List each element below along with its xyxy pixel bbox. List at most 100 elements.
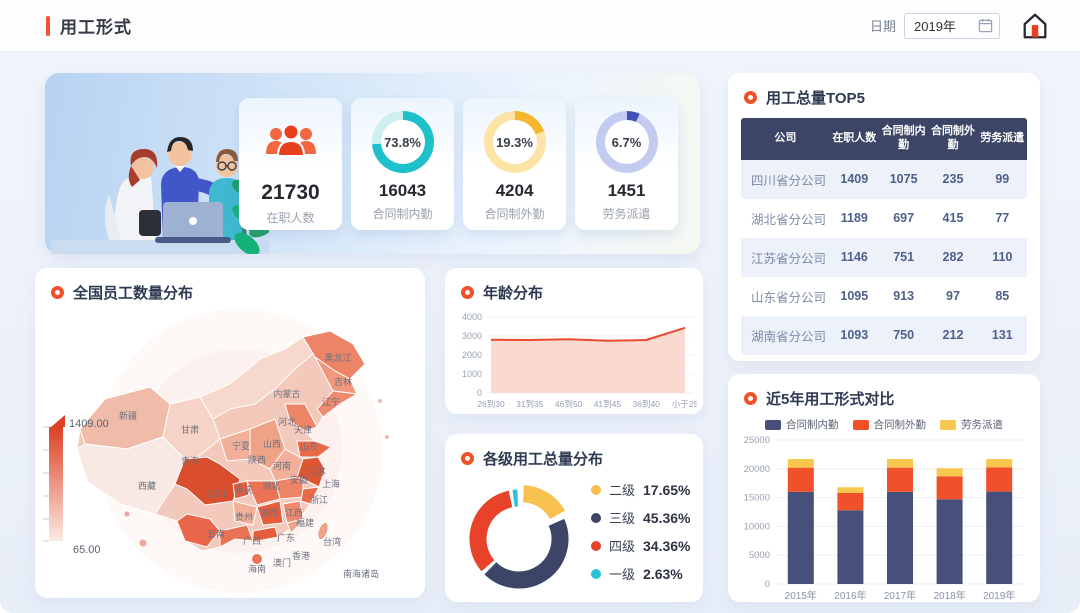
svg-text:25000: 25000 [744,435,770,446]
svg-text:1409.00: 1409.00 [69,418,109,430]
bar-chart-legend: 合同制内勤合同制外勤劳务派遣 [728,417,1040,432]
donut-segment-四级[interactable] [478,499,510,566]
svg-text:2015年: 2015年 [785,589,817,602]
company-cell: 江苏省分公司 [741,238,830,277]
province-label-黑龙江: 黑龙江 [324,352,351,363]
bar-legend-item-劳务派遣[interactable]: 劳务派遣 [940,417,1003,432]
bar-segment[interactable] [986,459,1012,467]
bar-segment[interactable] [937,468,963,476]
province-label-台湾: 台湾 [323,536,341,547]
svg-text:15000: 15000 [744,493,770,504]
bar-segment[interactable] [986,467,1012,491]
table-row[interactable]: 四川省分公司1409107523599 [741,160,1027,199]
svg-text:41到45: 41到45 [594,399,622,409]
age-chart-title: 年龄分布 [483,282,543,303]
bar-segment[interactable] [837,487,863,493]
bar-segment[interactable] [887,459,913,468]
province-label-江苏: 江苏 [308,466,326,477]
legend-item-二级[interactable]: 二级17.65% [591,480,691,499]
svg-text:4000: 4000 [462,312,482,322]
table-header-row: 公司在职人数合同制内勤合同制外勤劳务派遣 [741,118,1027,160]
level-donut-chart[interactable] [457,476,581,600]
donut-segment-二级[interactable] [523,494,557,515]
legend-item-三级[interactable]: 三级45.36% [591,508,691,527]
china-map[interactable]: 1409.00 65.00 新疆甘肃青海西藏内蒙古黑龙江吉林辽宁天津河北山西宁夏… [35,309,425,601]
value-cell: 85 [978,277,1027,316]
date-input[interactable]: 2019年 [904,13,1000,39]
svg-text:2016年: 2016年 [834,589,866,602]
bar-segment[interactable] [788,492,814,584]
bar-legend-item-合同制内勤[interactable]: 合同制内勤 [765,417,839,432]
home-button[interactable] [1018,9,1052,43]
section-bullet-icon [744,91,757,104]
company-cell: 湖南省分公司 [741,316,830,355]
bar-panel: 近5年用工形式对比 合同制内勤合同制外勤劳务派遣 050001000015000… [728,374,1040,602]
svg-text:46到50: 46到50 [555,399,583,409]
svg-text:2019年: 2019年 [983,589,1015,602]
age-line-chart[interactable]: 4000300020001000026到3031到3546到5041到4536到… [453,311,697,417]
value-cell: 110 [978,238,1027,277]
bar-segment[interactable] [788,468,814,492]
bar-legend-item-合同制外勤[interactable]: 合同制外勤 [853,417,927,432]
province-label-吉林: 吉林 [334,376,352,387]
donut-segment-三级[interactable] [490,522,560,580]
svg-text:2017年: 2017年 [884,589,916,602]
province-label-青海: 青海 [181,455,199,466]
team-illustration [51,82,269,254]
legend-item-一级[interactable]: 一级2.63% [591,564,691,583]
people-group-icon [263,122,319,162]
svg-text:26到30: 26到30 [477,399,505,409]
value-cell: 697 [879,199,928,238]
province-label-西藏: 西藏 [138,480,156,491]
card-on-duty[interactable]: 21730 在职人数 [239,98,342,230]
level-panel: 各级用工总量分布 二级17.65%三级45.36%四级34.36%一级2.63% [445,434,703,602]
province-label-上海: 上海 [322,478,340,489]
province-label-天津: 天津 [294,425,312,435]
date-value: 2019年 [914,16,956,35]
title-accent-bar [46,16,50,36]
card-contract-internal[interactable]: 73.8% 16043 合同制内勤 [351,98,454,230]
stat-label: 劳务派遣 [602,205,650,222]
province-label-四川: 四川 [208,489,226,499]
bar-segment[interactable] [887,468,913,492]
svg-text:0: 0 [477,388,482,398]
bar-segment[interactable] [837,493,863,510]
svg-text:1000: 1000 [462,369,482,379]
province-label-江西: 江西 [285,508,303,518]
card-contract-external[interactable]: 19.3% 4204 合同制外勤 [463,98,566,230]
bar-segment[interactable] [837,510,863,584]
legend-item-四级[interactable]: 四级34.36% [591,536,691,555]
card-labor-dispatch[interactable]: 6.7% 1451 劳务派遣 [575,98,678,230]
company-cell: 山东省分公司 [741,277,830,316]
bar-segment[interactable] [937,499,963,584]
value-cell: 913 [879,277,928,316]
hero-panel: 21730 在职人数 73.8% 16043 合同制内勤 19.3% [45,73,700,254]
bar-segment[interactable] [887,492,913,584]
table-row[interactable]: 湖南省分公司1093750212131 [741,316,1027,355]
map-title: 全国员工数量分布 [73,282,193,303]
bar-segment[interactable] [937,476,963,499]
table-row[interactable]: 江苏省分公司1146751282110 [741,238,1027,277]
value-cell: 77 [978,199,1027,238]
table-row[interactable]: 湖北省分公司118969741577 [741,199,1027,238]
stacked-bar-chart[interactable]: 05000100001500020000250002015年2016年2017年… [732,432,1034,608]
value-cell: 99 [978,160,1027,199]
value-cell: 751 [879,238,928,277]
legend-dot [591,485,601,495]
page-title-wrap: 用工形式 [46,13,132,38]
svg-text:36到40: 36到40 [632,399,660,409]
bar-segment[interactable] [788,459,814,468]
stat-value: 21730 [261,181,319,205]
value-cell: 750 [879,316,928,355]
table-row[interactable]: 山东省分公司10959139785 [741,277,1027,316]
province-label-浙江: 浙江 [310,494,328,505]
province-label-福建: 福建 [296,517,314,528]
value-cell: 282 [928,238,977,277]
stat-label: 在职人数 [266,209,314,226]
province-label-重庆: 重庆 [235,484,253,495]
column-header: 在职人数 [830,118,879,160]
value-cell: 1409 [830,160,879,199]
company-cell: 四川省分公司 [741,160,830,199]
bar-segment[interactable] [986,492,1012,584]
section-bullet-icon [744,392,757,405]
